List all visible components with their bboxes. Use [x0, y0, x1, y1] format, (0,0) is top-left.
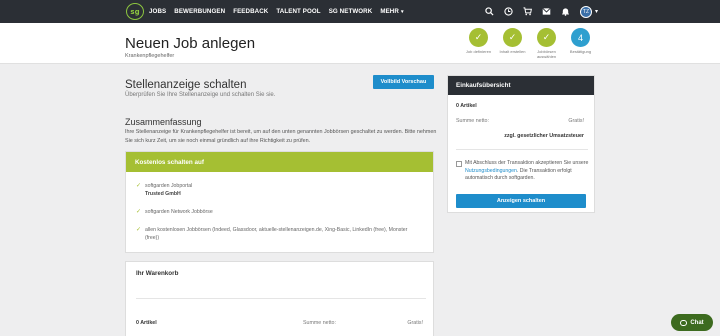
cart-sum-label: Summe netto:	[303, 320, 336, 326]
jobboard-name: allen kostenlosen Jobbörsen (Indeed, Gla…	[145, 227, 408, 241]
envelope-icon[interactable]	[542, 7, 552, 17]
order-item-count: 0 Artikel	[456, 103, 477, 109]
publish-ads-button[interactable]: Anzeigen schalten	[456, 194, 586, 208]
order-summary-card: Einkaufsübersicht 0 Artikel Summe netto:…	[447, 75, 595, 213]
terms-checkbox[interactable]	[456, 161, 462, 167]
nav-link-jobs[interactable]: JOBS	[149, 8, 166, 15]
cart-icon[interactable]	[523, 7, 533, 17]
fullscreen-preview-button[interactable]: Vollbild Vorschau	[373, 75, 434, 89]
publish-free-heading: Kostenlos schalten auf	[126, 152, 433, 172]
order-summary-heading: Einkaufsübersicht	[448, 76, 594, 95]
nav-link-sg-network[interactable]: SG NETWORK	[329, 8, 373, 15]
check-icon: ✓	[136, 209, 142, 215]
divider	[456, 149, 588, 150]
main-nav: JOBS BEWERBUNGEN FEEDBACK TALENT POOL SG…	[149, 0, 412, 23]
bell-icon[interactable]	[561, 7, 571, 17]
nav-link-feedback[interactable]: FEEDBACK	[233, 8, 268, 15]
avatar[interactable]: TZ	[579, 5, 592, 18]
order-sum-label: Summe netto:	[456, 118, 489, 124]
cart-title: Ihr Warenkorb	[136, 270, 179, 277]
step-jobboersen-auswaehlen[interactable]: ✓ Jobbörsen auswählen	[531, 28, 562, 59]
softgarden-logo[interactable]: sg	[126, 3, 144, 20]
check-icon: ✓	[136, 227, 142, 233]
page-header: Neuen Job anlegen Krankenpflegehelfer ✓ …	[0, 23, 720, 64]
chat-bubble-icon	[680, 319, 688, 326]
cart-sum-value: Gratis!	[407, 320, 423, 326]
cart-card: Ihr Warenkorb 0 Artikel Summe netto: Gra…	[125, 261, 434, 336]
search-icon[interactable]	[485, 7, 495, 17]
nav-icons: TZ ▾	[485, 0, 598, 23]
page-subtitle: Krankenpflegehelfer	[125, 53, 175, 59]
order-sum-value: Gratis!	[568, 118, 584, 124]
step-inhalt-erstellen[interactable]: ✓ Inhalt erstellen	[497, 28, 528, 59]
tax-note: zzgl. gesetzlicher Umsatzsteuer	[504, 133, 584, 139]
step-label: Job definieren	[465, 49, 492, 54]
check-icon: ✓	[537, 28, 556, 47]
step-label: Bestätigung	[569, 49, 592, 54]
chevron-down-icon[interactable]: ▾	[595, 8, 598, 15]
chat-button[interactable]: Chat	[671, 314, 713, 331]
cart-item-count: 0 Artikel	[136, 320, 157, 326]
nav-link-mehr-label: MEHR	[380, 8, 399, 15]
jobboard-name: softgarden Network Jobbörse	[145, 209, 213, 215]
page-title: Neuen Job anlegen	[125, 35, 256, 52]
list-item: ✓ softgarden Network Jobbörse	[136, 209, 213, 217]
chat-label: Chat	[690, 319, 704, 326]
progress-steps: ✓ Job definieren ✓ Inhalt erstellen ✓ Jo…	[463, 28, 596, 59]
nav-link-mehr[interactable]: MEHR ▾	[380, 8, 403, 15]
check-icon: ✓	[503, 28, 522, 47]
section-title: Stellenanzeige schalten	[125, 79, 247, 91]
step-number: 4	[571, 28, 590, 47]
step-job-definieren[interactable]: ✓ Job definieren	[463, 28, 494, 59]
nav-link-talent-pool[interactable]: TALENT POOL	[276, 8, 320, 15]
jobboard-company: Trusted GmbH	[145, 190, 181, 197]
chevron-down-icon: ▾	[400, 9, 404, 15]
list-item: ✓ softgarden Jobportal Trusted GmbH	[136, 183, 192, 198]
section-subtitle: Überprüfen Sie Ihre Stellenanzeige und s…	[125, 92, 276, 98]
terms-text: Mit Abschluss der Transaktion akzeptiere…	[465, 160, 590, 183]
clock-icon[interactable]	[504, 7, 514, 17]
check-icon: ✓	[136, 183, 142, 189]
summary-text: Ihre Stellenanzeige für Krankenpflegehel…	[125, 129, 437, 144]
terms-link[interactable]: Nutzungsbedingungen	[465, 168, 517, 174]
jobboard-name: softgarden Jobportal	[145, 183, 193, 189]
terms-prefix: Mit Abschluss der Transaktion akzeptiere…	[465, 160, 589, 166]
divider	[136, 298, 426, 299]
step-bestaetigung: 4 Bestätigung	[565, 28, 596, 59]
check-icon: ✓	[469, 28, 488, 47]
nav-link-bewerbungen[interactable]: BEWERBUNGEN	[174, 8, 225, 15]
top-navbar: sg JOBS BEWERBUNGEN FEEDBACK TALENT POOL…	[0, 0, 720, 23]
summary-title: Zusammenfassung	[125, 117, 202, 127]
list-item: ✓ allen kostenlosen Jobbörsen (Indeed, G…	[136, 227, 416, 242]
publish-free-card: Kostenlos schalten auf ✓ softgarden Jobp…	[125, 151, 434, 253]
step-label: Jobbörsen auswählen	[536, 49, 557, 59]
step-label: Inhalt erstellen	[499, 49, 526, 54]
